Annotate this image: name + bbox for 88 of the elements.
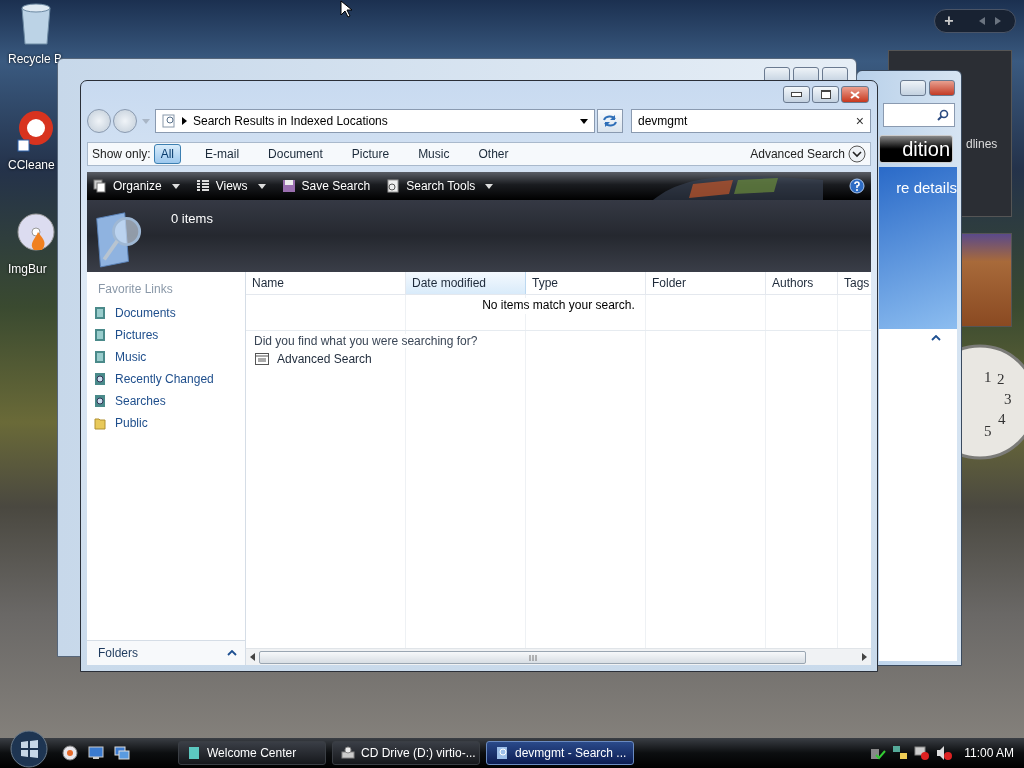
cleaner-app-icon[interactable]	[16, 108, 56, 152]
favorite-link[interactable]: Music	[87, 346, 245, 368]
clock[interactable]: 11:00 AM	[964, 746, 1014, 760]
filter-tab[interactable]: Other	[471, 144, 516, 164]
favorite-links-heading: Favorite Links	[98, 282, 174, 296]
scroll-right-arrow-icon[interactable]	[862, 653, 867, 661]
library-folder-icon	[93, 350, 107, 364]
clock-numeral: 1	[984, 369, 992, 385]
search-icon[interactable]	[937, 109, 949, 121]
details-link[interactable]: re details	[896, 179, 957, 329]
library-folder-icon	[93, 306, 107, 320]
favorite-link[interactable]: Recently Changed	[87, 368, 245, 390]
network-error-icon[interactable]	[914, 745, 931, 761]
close-button[interactable]	[841, 86, 869, 103]
chevron-up-icon	[227, 650, 237, 656]
cursor-icon	[340, 0, 352, 18]
recent-folder-icon	[93, 372, 107, 386]
address-dropdown-icon[interactable]	[580, 118, 588, 124]
help-button[interactable]	[849, 178, 865, 194]
list-view-icon	[195, 179, 210, 193]
media-player-icon[interactable]	[62, 745, 78, 761]
favorite-link[interactable]: Documents	[87, 302, 245, 324]
filter-tab[interactable]: All	[153, 144, 182, 164]
favorite-link[interactable]: Pictures	[87, 324, 245, 346]
expand-icon[interactable]	[848, 145, 866, 163]
column-header[interactable]: Type	[526, 272, 646, 294]
minimize-button[interactable]	[783, 86, 810, 103]
pages-icon	[93, 179, 107, 193]
taskbar-button[interactable]: CD Drive (D:) virtio-...	[332, 741, 480, 765]
desktop-icon[interactable]	[88, 745, 104, 761]
taskbar-button[interactable]: devmgmt - Search ...	[486, 741, 634, 765]
network-icon[interactable]	[892, 745, 909, 761]
filter-tab[interactable]: Picture	[344, 144, 397, 164]
collapse-icon[interactable]	[931, 335, 941, 341]
taskbar-button[interactable]: Welcome Center	[178, 741, 326, 765]
horizontal-scrollbar[interactable]	[246, 648, 871, 665]
search-folder-icon	[162, 114, 176, 128]
search-folder-icon	[495, 746, 509, 760]
favorite-link[interactable]: Public	[87, 412, 245, 434]
refresh-icon	[602, 114, 618, 128]
empty-message: No items match your search.	[482, 298, 635, 314]
address-bar[interactable]: Search Results in Indexed Locations	[155, 109, 595, 133]
toolbar-button[interactable]: Views	[195, 179, 266, 193]
clock-numeral: 3	[1004, 391, 1012, 407]
add-gadget-button[interactable]: +	[935, 12, 963, 30]
filter-tab[interactable]: Music	[411, 144, 457, 164]
scroll-left-arrow-icon[interactable]	[250, 653, 255, 661]
advanced-search-link[interactable]: Advanced Search	[254, 352, 372, 366]
filter-tab[interactable]: Document	[261, 144, 330, 164]
search-folder-icon	[93, 394, 107, 408]
magnifier-page-icon	[386, 179, 401, 193]
item-count: 0 items	[171, 211, 213, 226]
filter-tab[interactable]: E-mail	[198, 144, 247, 164]
clock-numeral: 5	[984, 423, 992, 439]
advanced-search-button[interactable]: Advanced Search	[750, 147, 845, 161]
column-header[interactable]: Date modified	[406, 272, 526, 294]
folder-icon	[93, 416, 107, 430]
group-heading: Did you find what you were searching for?	[254, 334, 478, 348]
breadcrumb-arrow-icon[interactable]	[182, 117, 187, 125]
clock-numeral: 4	[998, 411, 1006, 427]
edition-banner: dition	[879, 135, 953, 163]
drive-icon	[341, 746, 355, 760]
column-header[interactable]: Authors	[766, 272, 838, 294]
search-field[interactable]: devmgmt ×	[631, 109, 871, 133]
switch-windows-icon[interactable]	[114, 745, 130, 761]
start-button[interactable]	[10, 730, 48, 768]
folders-bar[interactable]: Folders	[87, 640, 245, 665]
desktop-icon-label[interactable]: CCleane	[8, 158, 55, 172]
close-icon	[850, 90, 860, 99]
headlines-text[interactable]: dlines	[966, 137, 998, 151]
clock-numeral: 2	[997, 371, 1005, 387]
clear-search-button[interactable]: ×	[855, 113, 864, 129]
filter-label: Show only:	[92, 147, 151, 161]
toolbar-button[interactable]: Organize	[93, 179, 180, 193]
column-header[interactable]: Tags	[838, 272, 871, 294]
library-folder-icon	[93, 328, 107, 342]
maximize-button[interactable]	[812, 86, 839, 103]
refresh-button[interactable]	[597, 109, 623, 133]
column-header[interactable]: Folder	[646, 272, 766, 294]
window-icon	[255, 352, 269, 366]
toolbar-button[interactable]: Save Search	[281, 179, 371, 193]
grip-icon	[528, 653, 537, 662]
favorite-link[interactable]: Searches	[87, 390, 245, 412]
toolbar-button[interactable]: Search Tools	[386, 179, 494, 193]
muted-speaker-icon[interactable]	[936, 745, 953, 761]
search-field[interactable]	[883, 103, 955, 127]
window-icon	[187, 746, 201, 760]
desktop-icon-label[interactable]: ImgBur	[8, 262, 47, 276]
